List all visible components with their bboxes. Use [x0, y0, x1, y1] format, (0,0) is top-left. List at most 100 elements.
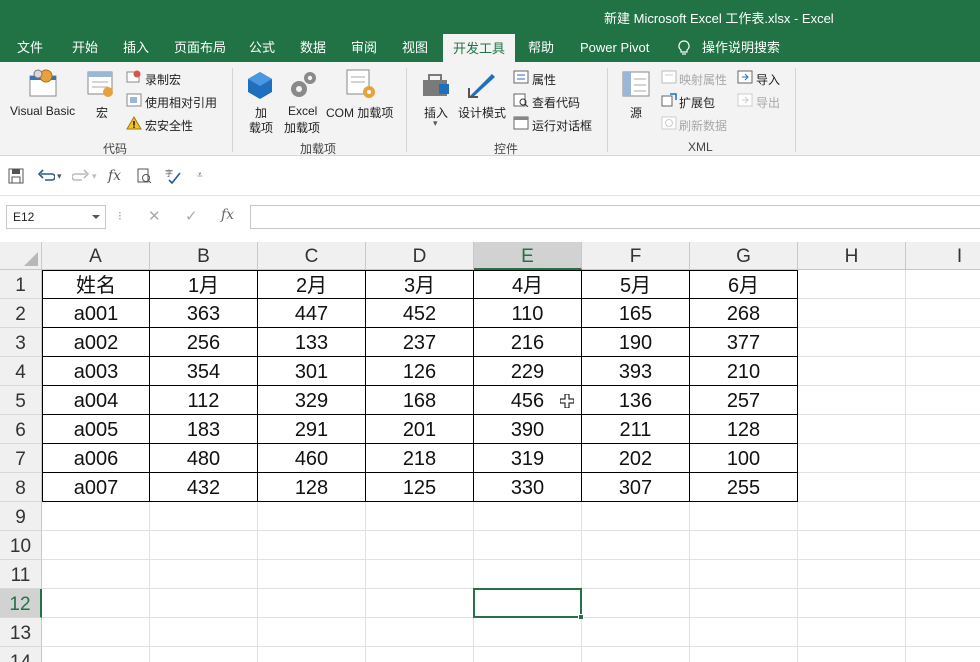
refresh-data-button[interactable]: 刷新数据: [679, 117, 727, 134]
cell-f11[interactable]: [582, 560, 690, 589]
cell-i6[interactable]: [906, 415, 980, 444]
tab-review[interactable]: 审阅: [351, 34, 377, 62]
cell-b6[interactable]: 183: [150, 415, 258, 444]
cell-e3[interactable]: 216: [474, 328, 582, 357]
cell-e11[interactable]: [474, 560, 582, 589]
cell-d12[interactable]: [366, 589, 474, 618]
tab-file[interactable]: 文件: [17, 34, 43, 62]
function-icon[interactable]: fx: [221, 207, 234, 223]
row-header-12[interactable]: 12: [0, 589, 42, 618]
cell-e1[interactable]: 4月: [474, 270, 582, 299]
cell-c4[interactable]: 301: [258, 357, 366, 386]
properties-button[interactable]: 属性: [532, 71, 556, 88]
row-header-13[interactable]: 13: [0, 618, 42, 647]
expansion-packs-button[interactable]: 扩展包: [679, 94, 715, 111]
cell-e12[interactable]: [474, 589, 582, 618]
cell-g4[interactable]: 210: [690, 357, 798, 386]
cell-d8[interactable]: 125: [366, 473, 474, 502]
cell-g7[interactable]: 100: [690, 444, 798, 473]
cell-a7[interactable]: a006: [42, 444, 150, 473]
column-header-f[interactable]: F: [582, 242, 690, 270]
cell-e9[interactable]: [474, 502, 582, 531]
tab-power-pivot[interactable]: Power Pivot: [580, 34, 649, 62]
cell-b8[interactable]: 432: [150, 473, 258, 502]
row-header-1[interactable]: 1: [0, 270, 42, 299]
cell-g3[interactable]: 377: [690, 328, 798, 357]
formula-input[interactable]: [250, 205, 980, 229]
cell-f13[interactable]: [582, 618, 690, 647]
redo-icon[interactable]: [72, 168, 90, 184]
undo-dropdown-icon[interactable]: ▾: [57, 166, 62, 186]
spelling-icon[interactable]: 字: [164, 167, 182, 185]
cell-h14[interactable]: [798, 647, 906, 662]
cell-g2[interactable]: 268: [690, 299, 798, 328]
cell-c5[interactable]: 329: [258, 386, 366, 415]
cell-i10[interactable]: [906, 531, 980, 560]
cell-c12[interactable]: [258, 589, 366, 618]
cell-h1[interactable]: [798, 270, 906, 299]
cell-b3[interactable]: 256: [150, 328, 258, 357]
column-header-e[interactable]: E: [474, 242, 582, 270]
cell-a3[interactable]: a002: [42, 328, 150, 357]
design-mode-button[interactable]: 设计模式: [458, 104, 506, 121]
worksheet-grid[interactable]: ABCDEFGHI1234567891011121314姓名1月2月3月4月5月…: [0, 242, 980, 662]
cell-i12[interactable]: [906, 589, 980, 618]
cell-b11[interactable]: [150, 560, 258, 589]
tab-help[interactable]: 帮助: [528, 34, 554, 62]
cell-g14[interactable]: [690, 647, 798, 662]
cell-g11[interactable]: [690, 560, 798, 589]
cell-g12[interactable]: [690, 589, 798, 618]
cell-d13[interactable]: [366, 618, 474, 647]
cell-a12[interactable]: [42, 589, 150, 618]
row-header-7[interactable]: 7: [0, 444, 42, 473]
row-header-11[interactable]: 11: [0, 560, 42, 589]
macro-security-button[interactable]: 宏安全性: [145, 117, 193, 134]
tab-formulas[interactable]: 公式: [249, 34, 275, 62]
cell-b14[interactable]: [150, 647, 258, 662]
cell-i5[interactable]: [906, 386, 980, 415]
cell-c8[interactable]: 128: [258, 473, 366, 502]
cell-h8[interactable]: [798, 473, 906, 502]
cell-h11[interactable]: [798, 560, 906, 589]
cell-i8[interactable]: [906, 473, 980, 502]
cell-i14[interactable]: [906, 647, 980, 662]
cell-d10[interactable]: [366, 531, 474, 560]
undo-icon[interactable]: [37, 168, 55, 184]
save-icon[interactable]: [8, 168, 24, 184]
cell-i13[interactable]: [906, 618, 980, 647]
row-header-14[interactable]: 14: [0, 647, 42, 662]
print-preview-icon[interactable]: [136, 168, 152, 184]
cell-a11[interactable]: [42, 560, 150, 589]
cell-d2[interactable]: 452: [366, 299, 474, 328]
cell-a8[interactable]: a007: [42, 473, 150, 502]
cell-f5[interactable]: 136: [582, 386, 690, 415]
cell-b2[interactable]: 363: [150, 299, 258, 328]
cell-g6[interactable]: 128: [690, 415, 798, 444]
cell-c9[interactable]: [258, 502, 366, 531]
cell-d7[interactable]: 218: [366, 444, 474, 473]
cell-d5[interactable]: 168: [366, 386, 474, 415]
cell-a5[interactable]: a004: [42, 386, 150, 415]
excel-addins-button-line2[interactable]: 加载项: [284, 119, 320, 136]
customize-toolbar-icon[interactable]: ⩡: [197, 166, 203, 186]
cell-f12[interactable]: [582, 589, 690, 618]
cell-f1[interactable]: 5月: [582, 270, 690, 299]
insert-function-icon[interactable]: fx: [108, 166, 121, 186]
enter-icon[interactable]: ✓: [185, 207, 198, 225]
tab-view[interactable]: 视图: [402, 34, 428, 62]
record-macro-button[interactable]: 录制宏: [145, 71, 181, 88]
cell-c1[interactable]: 2月: [258, 270, 366, 299]
tab-developer[interactable]: 开发工具: [443, 34, 516, 62]
cell-b1[interactable]: 1月: [150, 270, 258, 299]
cell-d11[interactable]: [366, 560, 474, 589]
addins-button-line2[interactable]: 载项: [249, 119, 273, 136]
import-button[interactable]: 导入: [756, 71, 780, 88]
row-header-4[interactable]: 4: [0, 357, 42, 386]
cell-d1[interactable]: 3月: [366, 270, 474, 299]
cell-a6[interactable]: a005: [42, 415, 150, 444]
cell-a9[interactable]: [42, 502, 150, 531]
xml-source-button[interactable]: 源: [630, 104, 642, 121]
row-header-9[interactable]: 9: [0, 502, 42, 531]
cell-e6[interactable]: 390: [474, 415, 582, 444]
cell-h4[interactable]: [798, 357, 906, 386]
